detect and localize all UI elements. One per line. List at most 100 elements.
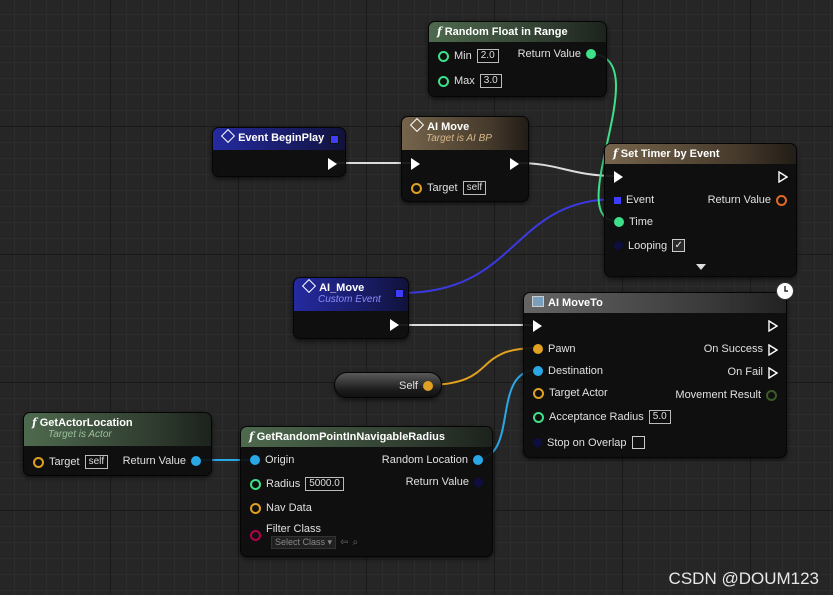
origin-pin[interactable]: Origin (250, 454, 294, 466)
get-actor-location-node[interactable]: f GetActorLocation Target is Actor Target… (23, 412, 212, 476)
exec-pin-icon (390, 319, 399, 331)
radius-input[interactable]: 5000.0 (305, 477, 344, 491)
gal-return-pin[interactable]: Return Value (123, 455, 201, 467)
wire-delegate-event (400, 198, 618, 294)
destination-label: Destination (548, 365, 604, 377)
set-timer-event-pin[interactable]: Event (614, 194, 654, 206)
boolean-pin-icon (533, 438, 542, 447)
set-timer-exec-in[interactable] (614, 171, 623, 183)
ai-move-target-pin[interactable]: Target self (411, 181, 487, 195)
vector-pin-icon (533, 366, 543, 376)
min-pin[interactable]: Min 2.0 (438, 49, 499, 63)
float-pin-icon (438, 50, 449, 62)
random-float-header[interactable]: f Random Float in Range (429, 22, 606, 42)
browse-back-icon[interactable]: ⇦ (340, 537, 348, 548)
select-class-dropdown[interactable]: Select Class ▾ ⇦ ⌕ (271, 536, 358, 549)
event-beginplay-node[interactable]: Event BeginPlay (212, 127, 346, 177)
set-timer-node[interactable]: f Set Timer by Event Event Return Value T… (604, 143, 797, 277)
random-float-title: Random Float in Range (444, 26, 568, 38)
random-float-return-pin[interactable]: Return Value (518, 48, 596, 60)
on-success-label: On Success (703, 343, 763, 355)
radius-pin[interactable]: Radius 5000.0 (250, 477, 344, 491)
moveto-exec-out[interactable] (768, 319, 779, 333)
custom-event-title: AI_Move (319, 282, 365, 294)
beginplay-header[interactable]: Event BeginPlay (213, 128, 345, 150)
event-icon (220, 128, 236, 144)
return-value-label: Return Value (517, 48, 581, 60)
self-output-pin[interactable]: Self (399, 380, 433, 392)
set-timer-time-pin[interactable]: Time (614, 216, 653, 228)
expand-arrow-icon[interactable] (696, 264, 706, 270)
event-icon (301, 278, 317, 294)
delegate-pin-icon[interactable] (330, 135, 339, 144)
moveto-pawn-pin[interactable]: Pawn (533, 343, 576, 355)
ai-move-exec-out[interactable] (510, 158, 519, 170)
enum-pin-icon (766, 389, 777, 401)
acceptance-radius-input[interactable]: 5.0 (648, 410, 671, 424)
stop-on-overlap-checkbox[interactable] (631, 436, 645, 449)
moveto-on-fail-pin[interactable]: On Fail (728, 366, 779, 379)
get-actor-location-header[interactable]: f GetActorLocation Target is Actor (24, 413, 211, 446)
moveto-acceptance-radius-pin[interactable]: Acceptance Radius 5.0 (533, 410, 671, 424)
exec-pin-icon (411, 158, 420, 170)
custom-event-header[interactable]: AI_Move Custom Event (294, 278, 408, 311)
target-label: Target (49, 456, 80, 468)
object-pin-icon (533, 387, 544, 399)
target-label: Target (427, 182, 458, 194)
ai-move-call-subtitle: Target is AI BP (426, 133, 492, 144)
event-label: Event (626, 194, 655, 206)
object-pin-icon (250, 502, 261, 514)
stop-on-overlap-label: Stop on Overlap (547, 436, 627, 449)
min-label: Min (454, 50, 472, 62)
moveto-stop-on-overlap-pin[interactable]: Stop on Overlap (533, 436, 645, 449)
set-timer-looping-pin[interactable]: Looping ✓ (614, 239, 686, 252)
nav-data-pin[interactable]: Nav Data (250, 502, 312, 514)
moveto-exec-in[interactable] (533, 320, 542, 332)
ai-move-custom-event-node[interactable]: AI_Move Custom Event (293, 277, 409, 339)
moveto-movement-result-pin[interactable]: Movement Result (675, 389, 777, 401)
ai-moveto-node[interactable]: AI MoveTo Pawn On Success Destination On… (523, 282, 794, 458)
moveto-on-success-pin[interactable]: On Success (703, 343, 779, 356)
class-pin-icon (250, 530, 261, 541)
random-location-label: Random Location (381, 454, 468, 466)
boolean-pin-icon (474, 477, 483, 487)
float-pin-icon (438, 75, 449, 87)
random-point-title: GetRandomPointInNavigableRadius (256, 431, 445, 443)
random-point-return-pin[interactable]: Return Value (406, 476, 483, 488)
moveto-destination-pin[interactable]: Destination (533, 365, 603, 377)
self-node[interactable]: Self (334, 372, 442, 398)
min-value-input[interactable]: 2.0 (476, 49, 499, 63)
max-pin[interactable]: Max 3.0 (438, 74, 502, 88)
ai-move-exec-in[interactable] (411, 158, 420, 170)
ai-move-call-header[interactable]: AI Move Target is AI BP (402, 117, 528, 150)
set-timer-title: Set Timer by Event (620, 148, 720, 160)
object-pin-icon (423, 381, 433, 391)
random-point-header[interactable]: f GetRandomPointInNavigableRadius (241, 427, 492, 447)
search-icon[interactable]: ⌕ (352, 537, 358, 548)
custom-event-exec-out[interactable] (390, 319, 399, 331)
set-timer-header[interactable]: f Set Timer by Event (605, 144, 796, 164)
radius-label: Radius (266, 478, 301, 490)
object-pin-icon (33, 456, 44, 468)
looping-checkbox[interactable]: ✓ (672, 239, 686, 252)
get-actor-location-title: GetActorLocation (39, 417, 133, 429)
filter-class-pin[interactable] (250, 530, 261, 541)
get-random-point-node[interactable]: f GetRandomPointInNavigableRadius Origin … (240, 426, 493, 557)
movement-result-label: Movement Result (675, 389, 761, 401)
set-timer-exec-out[interactable] (778, 170, 789, 184)
delegate-pin-icon[interactable] (395, 289, 404, 298)
looping-label: Looping (628, 239, 668, 252)
ai-move-call-node[interactable]: AI Move Target is AI BP Target self (401, 116, 529, 202)
exec-pin-icon (768, 366, 779, 379)
gal-target-pin[interactable]: Target self (33, 455, 109, 469)
watermark: CSDN @DOUM123 (668, 569, 819, 588)
set-timer-return-pin[interactable]: Return Value (708, 194, 787, 206)
random-float-node[interactable]: f Random Float in Range Min 2.0 Max 3.0 R… (428, 21, 607, 97)
ai-moveto-header[interactable]: AI MoveTo (524, 293, 786, 313)
beginplay-exec-out[interactable] (328, 158, 337, 170)
function-icon: f (32, 416, 37, 429)
moveto-target-actor-pin[interactable]: Target Actor (533, 387, 608, 399)
random-location-pin[interactable]: Random Location (382, 454, 483, 466)
return-value-label: Return Value (405, 476, 469, 488)
max-value-input[interactable]: 3.0 (479, 74, 502, 88)
